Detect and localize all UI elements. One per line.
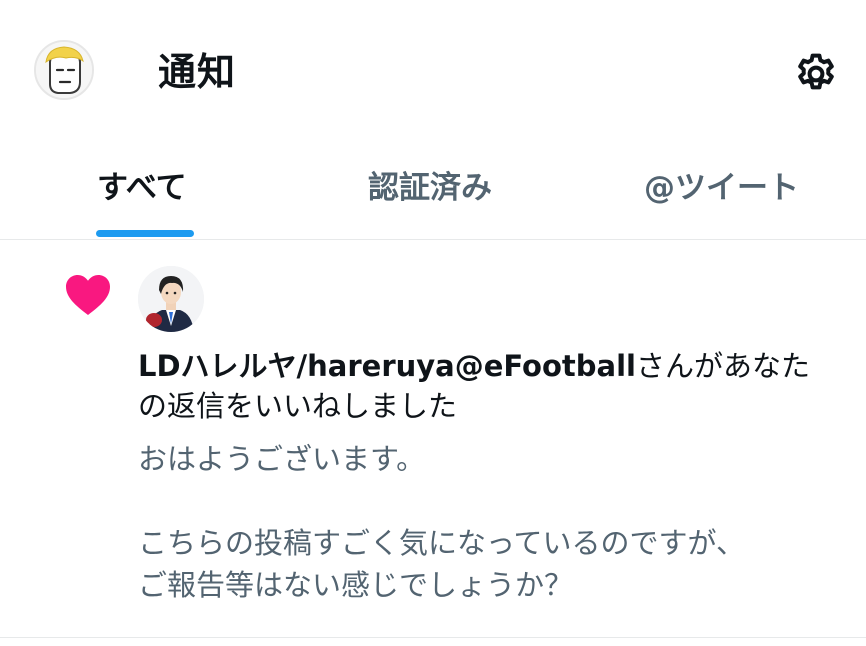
tab-all-label: すべて bbox=[97, 170, 187, 206]
tab-mentions[interactable]: @ツイート bbox=[620, 146, 850, 239]
tab-bar: すべて 認証済み @ツイート bbox=[0, 146, 866, 240]
reply-preview-line: おはようございます。 bbox=[138, 442, 426, 476]
page-title: 通知 bbox=[158, 50, 237, 94]
gear-icon bbox=[798, 53, 834, 90]
tab-verified[interactable]: 認証済み bbox=[330, 146, 540, 239]
reply-preview-line: こちらの投稿すごく気になっているのですが、 bbox=[138, 526, 745, 560]
active-tab-indicator bbox=[96, 230, 194, 237]
tab-verified-label: 認証済み bbox=[368, 170, 492, 206]
header: 通知 bbox=[0, 0, 866, 146]
notification-item[interactable]: LDハレルヤ/hareruya@eFootballさんがあなたの返信をいいねしま… bbox=[0, 240, 866, 638]
liker-avatar[interactable] bbox=[138, 266, 204, 332]
notification-user-name[interactable]: LDハレルヤ/hareruya@eFootball bbox=[138, 349, 636, 383]
user-avatar-icon bbox=[36, 42, 92, 98]
profile-avatar[interactable] bbox=[34, 40, 94, 100]
liker-avatar-image bbox=[138, 266, 204, 332]
settings-button[interactable] bbox=[790, 48, 842, 100]
tab-all[interactable]: すべて bbox=[60, 146, 230, 239]
notifications-screen: 通知 すべて 認証済み @ツイート LDハレルヤ/hareruya@eFootb… bbox=[0, 0, 866, 646]
tab-mentions-label: @ツイート bbox=[644, 170, 799, 206]
heart-icon bbox=[66, 275, 110, 315]
reply-preview: おはようございます。 こちらの投稿すごく気になっているのですが、 ご報告等はない… bbox=[138, 438, 838, 606]
reply-preview-line: ご報告等はない感じでしょうか？ bbox=[138, 568, 574, 602]
notification-text: LDハレルヤ/hareruya@eFootballさんがあなたの返信をいいねしま… bbox=[138, 346, 838, 426]
